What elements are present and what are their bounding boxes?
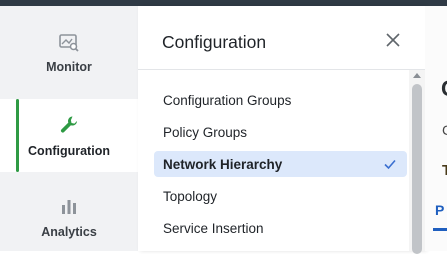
scroll-up-arrow-icon[interactable] (413, 73, 421, 78)
menu-item-label: Policy Groups (163, 124, 248, 140)
background-heading-fragment: C (441, 76, 447, 102)
panel-scrollbar[interactable] (409, 70, 425, 254)
menu-item-policy-groups[interactable]: Policy Groups (154, 119, 407, 145)
active-indicator (16, 99, 19, 172)
scroll-thumb[interactable] (412, 84, 422, 254)
background-text-fragment: C (442, 122, 447, 138)
background-tab-fragment[interactable]: P (435, 202, 444, 218)
nav-analytics[interactable]: Analytics (0, 195, 138, 245)
bar-chart-icon (62, 200, 76, 214)
menu-item-label: Service Insertion (163, 220, 264, 236)
nav-monitor-label: Monitor (46, 60, 92, 74)
configuration-flyout: Configuration Configuration Groups Polic… (138, 6, 425, 251)
menu-item-label: Topology (163, 188, 218, 204)
menu-item-topology[interactable]: Topology (154, 183, 407, 209)
menu-item-configuration-groups[interactable]: Configuration Groups (154, 87, 407, 113)
menu-item-service-insertion[interactable]: Service Insertion (154, 215, 407, 241)
panel-title: Configuration (162, 32, 267, 52)
close-icon[interactable] (383, 30, 403, 50)
nav-monitor[interactable]: Monitor (0, 32, 138, 92)
left-nav-rail: Monitor Configuration Analytics (0, 6, 138, 251)
background-tab-underline (433, 228, 447, 231)
menu-item-network-hierarchy[interactable]: Network Hierarchy (154, 151, 407, 177)
monitor-icon (59, 34, 79, 52)
nav-configuration-label: Configuration (28, 143, 110, 158)
menu-item-label: Network Hierarchy (163, 156, 283, 172)
checkmark-icon (384, 159, 396, 170)
wrench-icon (60, 116, 77, 133)
menu-item-label: Configuration Groups (163, 92, 292, 108)
background-page: C C T P (425, 6, 447, 251)
nav-analytics-label: Analytics (41, 225, 97, 239)
background-text-fragment: T (442, 162, 447, 179)
nav-configuration[interactable]: Configuration (0, 99, 138, 172)
panel-divider (138, 69, 425, 70)
